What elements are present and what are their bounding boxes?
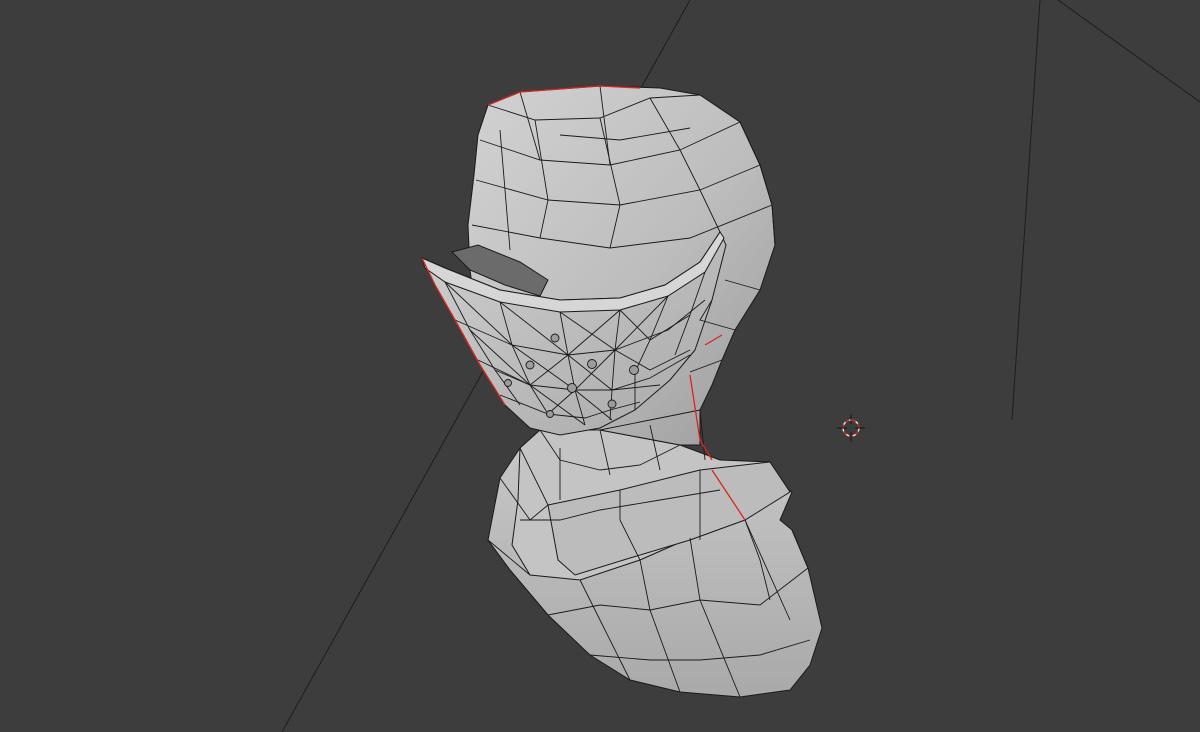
3d-cursor-icon[interactable] xyxy=(837,414,865,442)
viewport-canvas[interactable] xyxy=(0,0,1200,732)
grid-axis-line xyxy=(1011,0,1041,421)
grid-axis-line xyxy=(1057,0,1200,103)
helmet-mesh[interactable] xyxy=(420,85,823,698)
3d-viewport[interactable] xyxy=(0,0,1200,732)
